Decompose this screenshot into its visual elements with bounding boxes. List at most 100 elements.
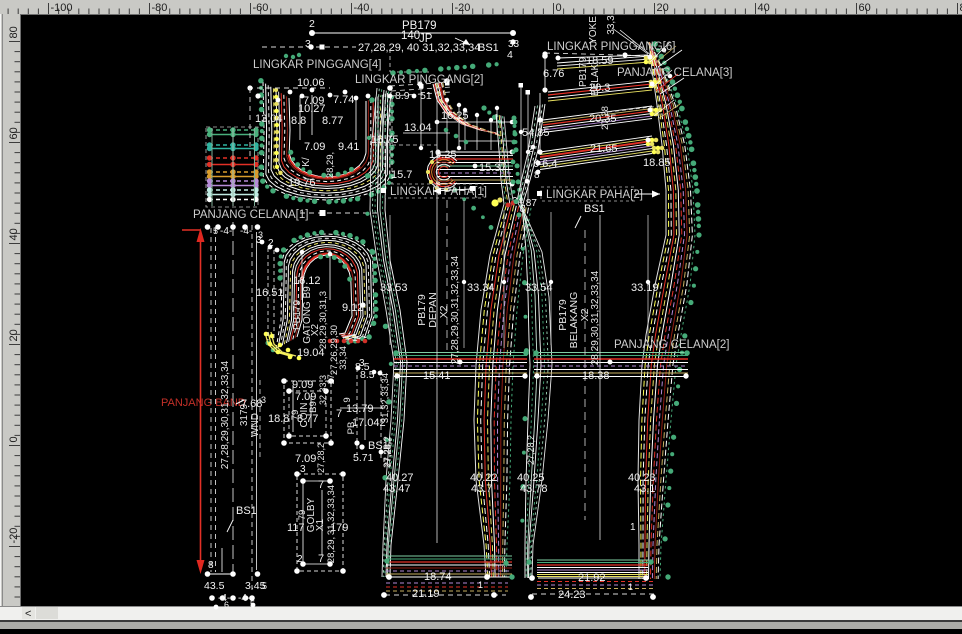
- svg-text:80: 80: [8, 26, 20, 38]
- svg-text:18.85: 18.85: [643, 157, 671, 169]
- svg-text:43.7: 43.7: [471, 483, 492, 495]
- svg-text:PANJANG CELANA[2]: PANJANG CELANA[2]: [614, 339, 729, 351]
- svg-text:8.9: 8.9: [395, 90, 410, 102]
- svg-text:31,32,33,34: 31,32,33,34: [326, 485, 337, 535]
- svg-text:18.74: 18.74: [424, 571, 452, 583]
- svg-text:6: 6: [224, 600, 229, 610]
- svg-text:4: 4: [507, 49, 513, 61]
- svg-text:2: 2: [309, 18, 315, 30]
- svg-text:27,: 27,: [326, 372, 336, 385]
- svg-text:117: 117: [287, 522, 305, 534]
- svg-text:20: 20: [8, 329, 20, 341]
- svg-text:8.8: 8.8: [291, 115, 306, 127]
- svg-text:27,28,29,30,31,32,33,34: 27,28,29,30,31,32,33,34: [220, 360, 231, 469]
- svg-text:-4-: -4-: [238, 593, 250, 604]
- svg-text:21.65: 21.65: [590, 143, 618, 155]
- svg-text:PANJANG CELANA[1]: PANJANG CELANA[1]: [193, 209, 308, 221]
- svg-text:-20: -20: [8, 528, 20, 544]
- svg-text:24.23: 24.23: [558, 589, 586, 601]
- svg-text:33.19: 33.19: [631, 282, 659, 294]
- svg-text:LINGKAR PINGGANG[6]: LINGKAR PINGGANG[6]: [547, 41, 675, 53]
- svg-text:27,28,2: 27,28,2: [383, 437, 393, 467]
- svg-text:9.09: 9.09: [292, 379, 313, 391]
- svg-text:3: 3: [359, 358, 365, 369]
- svg-text:43.47: 43.47: [383, 483, 411, 495]
- svg-text:2: 2: [528, 144, 533, 155]
- svg-text:13.04: 13.04: [255, 113, 283, 125]
- svg-text:28,29,: 28,29,: [326, 537, 337, 563]
- svg-text:33,3: 33,3: [606, 15, 617, 35]
- svg-text:-4-: -4-: [220, 226, 232, 237]
- svg-text:43.1: 43.1: [634, 483, 655, 495]
- svg-text:43.78: 43.78: [520, 483, 548, 495]
- svg-text:-20: -20: [455, 2, 471, 14]
- svg-text:LINGKAR PINGGANG[4]: LINGKAR PINGGANG[4]: [253, 59, 381, 71]
- svg-text:8.5: 8.5: [360, 369, 375, 381]
- svg-text:-80: -80: [152, 2, 168, 14]
- svg-text:7.09: 7.09: [295, 453, 316, 465]
- svg-text:27,28: 27,28: [600, 106, 611, 130]
- svg-text:X1: X1: [315, 518, 326, 531]
- svg-text:3179: 3179: [239, 403, 250, 426]
- svg-text:16.12: 16.12: [293, 275, 321, 287]
- svg-text:33.53: 33.53: [380, 282, 408, 294]
- svg-text:8: 8: [534, 170, 540, 181]
- svg-text:28,29,30,31,3: 28,29,30,31,3: [318, 291, 329, 349]
- svg-text:7.74: 7.74: [333, 94, 354, 106]
- svg-text:19.25: 19.25: [429, 149, 457, 161]
- svg-text:60: 60: [8, 127, 20, 139]
- svg-text:2: 2: [297, 554, 303, 565]
- svg-text:20: 20: [657, 2, 669, 14]
- svg-text:51: 51: [420, 90, 432, 102]
- svg-text:3: 3: [300, 464, 306, 475]
- svg-text:33,34: 33,34: [338, 346, 349, 370]
- svg-text:27,28,29, 40 31,32,33,34: 27,28,29, 40 31,32,33,34: [358, 42, 480, 54]
- svg-text:27,28,2: 27,28,2: [526, 435, 536, 465]
- svg-text:18.8: 18.8: [268, 413, 289, 425]
- svg-text:LINGKAR PAHA[2]: LINGKAR PAHA[2]: [546, 189, 643, 201]
- svg-text:-4-: -4-: [240, 226, 252, 237]
- svg-text:PANJANG CELANA[3]: PANJANG CELANA[3]: [617, 67, 732, 79]
- svg-text:BELAK: BELAK: [590, 64, 601, 97]
- svg-text:54.85: 54.85: [522, 127, 550, 139]
- svg-text:7: 7: [318, 479, 324, 491]
- svg-text:6.76: 6.76: [543, 68, 564, 80]
- svg-text:1: 1: [628, 582, 633, 592]
- svg-text:7: 7: [318, 553, 324, 565]
- svg-text:7: 7: [336, 408, 342, 420]
- svg-text:1: 1: [630, 522, 636, 533]
- svg-text:0: 0: [8, 436, 20, 442]
- svg-text:43.5: 43.5: [204, 580, 225, 592]
- svg-text:BS1: BS1: [478, 42, 499, 54]
- svg-text:60: 60: [859, 2, 871, 14]
- svg-text:.87: .87: [523, 198, 537, 209]
- svg-text:7.09: 7.09: [304, 141, 325, 153]
- svg-text:5: 5: [262, 581, 267, 591]
- svg-text:33.34: 33.34: [467, 282, 495, 294]
- svg-text:40: 40: [8, 228, 20, 240]
- svg-text:40: 40: [758, 2, 770, 14]
- svg-text:X2: X2: [438, 305, 450, 318]
- svg-text:8.77: 8.77: [322, 115, 343, 127]
- svg-text:9.12: 9.12: [342, 302, 363, 314]
- svg-text:21.19: 21.19: [412, 588, 440, 600]
- svg-text:BS1: BS1: [236, 505, 257, 517]
- svg-text:5: 5: [213, 226, 218, 236]
- svg-text:27,28,29,30,31,32,33,34: 27,28,29,30,31,32,33,34: [450, 255, 461, 364]
- svg-text:WND: WND: [250, 413, 261, 437]
- svg-text:21.92: 21.92: [578, 572, 606, 584]
- svg-text:15.41: 15.41: [423, 370, 451, 382]
- svg-text:1: 1: [478, 580, 483, 590]
- svg-text:13.04: 13.04: [404, 122, 432, 134]
- svg-text:BS1: BS1: [584, 203, 605, 215]
- svg-text:0: 0: [556, 2, 562, 14]
- svg-text:5.71: 5.71: [353, 452, 374, 464]
- svg-text:33.54: 33.54: [525, 282, 553, 294]
- svg-text:3: 3: [261, 395, 266, 405]
- svg-text:10.06: 10.06: [297, 77, 325, 89]
- svg-text:1: 1: [352, 333, 358, 344]
- svg-text:-40: -40: [354, 2, 370, 14]
- svg-text:16.25: 16.25: [441, 110, 469, 122]
- svg-text:18.38: 18.38: [582, 370, 610, 382]
- svg-text:28,29,30,31,32,33,34: 28,29,30,31,32,33,34: [590, 270, 601, 365]
